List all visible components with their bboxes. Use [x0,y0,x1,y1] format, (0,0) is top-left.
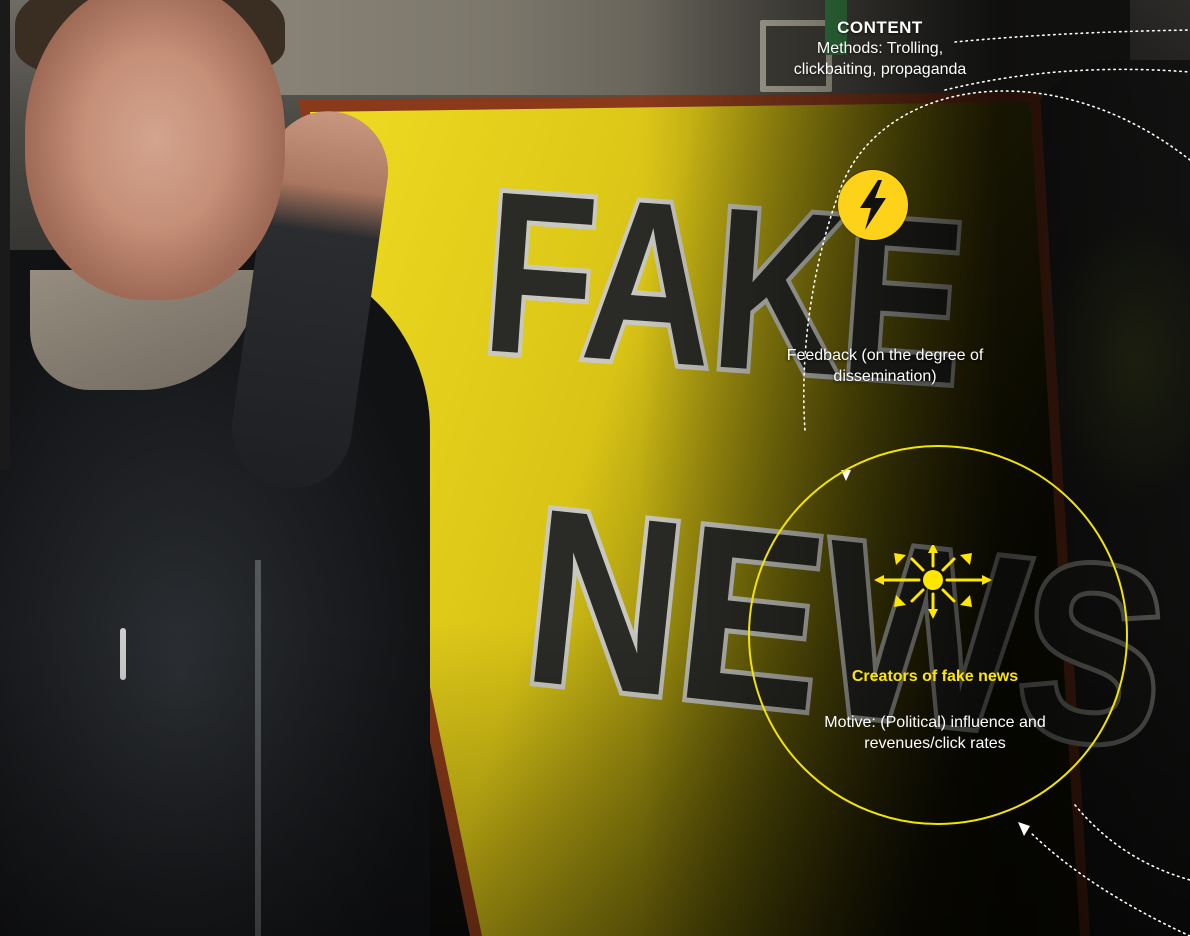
creators-title: Creators of fake news [851,668,1019,685]
infographic-overlay: CONTENT Methods: Trolling, clickbaiting,… [0,0,1190,936]
content-heading: CONTENT [837,18,923,37]
return-arrowhead [1018,822,1030,836]
feedback-label: Feedback (on the degree of dissemination… [786,347,984,385]
connector-content-top [954,29,1190,43]
infographic-stage: FAKE NEWS CONTENT Methods: Trolling, cli… [0,0,1190,936]
connector-circle-bottom [1074,804,1190,881]
connector-content-second [944,68,1190,91]
lightning-icon [838,170,908,240]
broadcast-burst-icon [874,545,992,619]
creators-motive: Motive: (Political) influence and revenu… [824,714,1046,752]
content-methods: Methods: Trolling, clickbaiting, propaga… [793,40,967,78]
connector-return-bottom [1029,831,1190,936]
